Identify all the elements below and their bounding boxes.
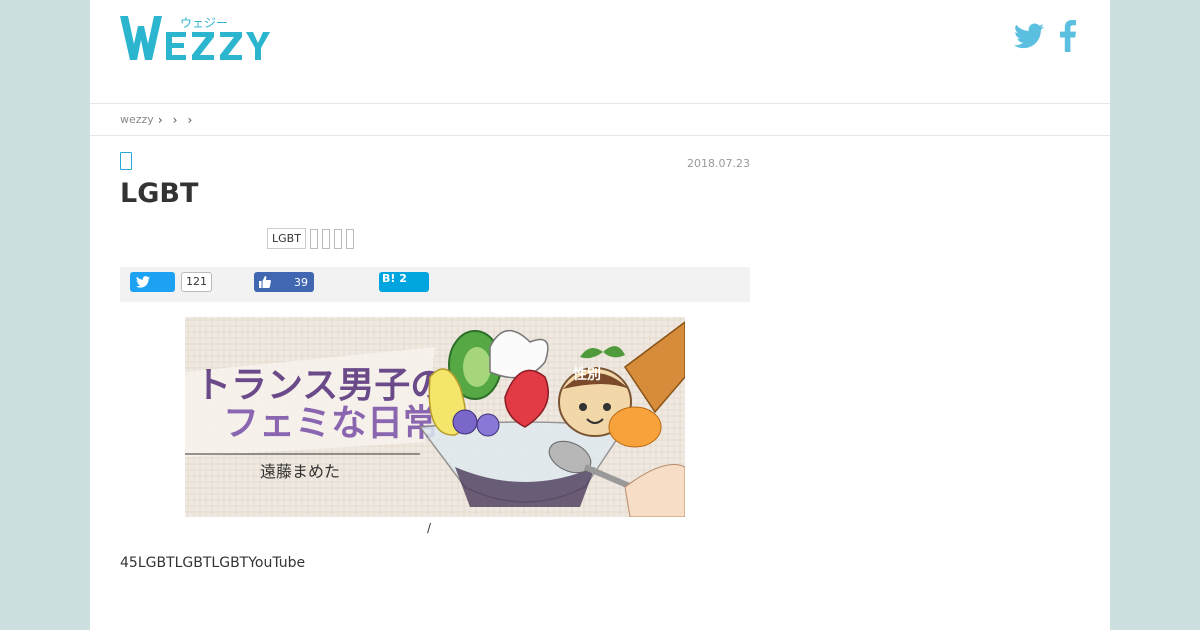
hatena-bookmark-button[interactable]: B! 2 [379,272,429,292]
social-links [1014,20,1076,56]
page: ウェジー wezzy › › › 2018.07.23 LGBT LGBT 12… [90,0,1110,630]
site-logo[interactable]: ウェジー [120,12,300,64]
breadcrumb-home[interactable]: wezzy [120,113,154,126]
site-header: ウェジー [90,0,1110,104]
tweet-count: 121 [181,272,212,292]
tweet-button[interactable] [130,272,175,292]
breadcrumb-separator: › [172,112,178,127]
image-caption: / [427,521,432,535]
article-date: 2018.07.23 [687,157,750,170]
tag-placeholder[interactable] [333,228,342,249]
thumbs-up-icon [259,276,271,288]
share-bar: 121 39 B! 2 [120,267,750,302]
hero-badge: 性別 [573,366,601,383]
twitter-icon [136,276,150,288]
breadcrumb-separator: › [187,112,193,127]
facebook-like-button[interactable]: 39 [254,272,314,292]
hero-title-line1: トランス男子の [195,364,446,406]
hero-image: トランス男子の フェミな日常 遠藤まめた 性別 [185,317,686,518]
hatena-count: 2 [399,272,407,285]
article-body: 45LGBTLGBTLGBTYouTube [120,555,306,571]
tag-placeholder[interactable] [345,228,354,249]
tag-placeholder[interactable] [321,228,330,249]
twitter-icon [1014,23,1044,49]
facebook-link[interactable] [1060,20,1076,56]
breadcrumb-separator: › [157,112,163,127]
tag-list: LGBT [267,228,354,249]
category-icon[interactable] [120,152,132,170]
twitter-link[interactable] [1014,23,1044,53]
facebook-icon [1060,20,1076,52]
facebook-like-count: 39 [294,275,308,289]
tag-placeholder[interactable] [309,228,318,249]
hatena-icon: B! [382,272,396,285]
logo-kana: ウェジー [180,16,228,30]
article-title: LGBT [120,178,199,209]
tag-item[interactable]: LGBT [267,228,306,249]
hero-title-line2: フェミな日常 [223,402,439,444]
hero-author: 遠藤まめた [260,462,340,481]
breadcrumb: wezzy › › › [90,104,1110,136]
